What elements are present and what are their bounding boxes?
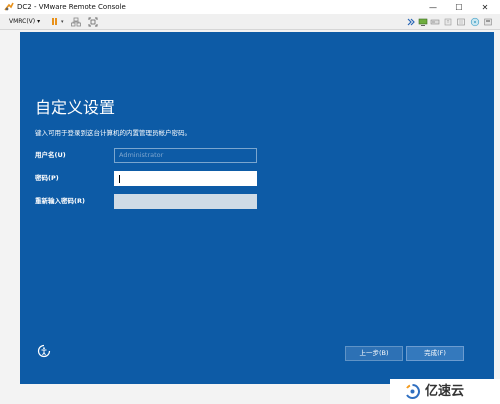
page-subtitle: 键入可用于登录到这台计算机的内置管理员帐户密码。 bbox=[35, 129, 191, 137]
password-field[interactable] bbox=[114, 171, 257, 186]
username-label: 用户名(U) bbox=[35, 151, 66, 159]
maximize-button[interactable]: ☐ bbox=[446, 0, 472, 14]
accessibility-icon[interactable] bbox=[37, 344, 51, 358]
text-caret bbox=[119, 175, 120, 183]
password-label: 密码(P) bbox=[35, 174, 59, 182]
close-button[interactable]: ✕ bbox=[472, 0, 498, 14]
monitor-icon[interactable] bbox=[418, 17, 428, 27]
usb-icon[interactable] bbox=[443, 17, 453, 27]
fit-screen-icon[interactable] bbox=[88, 17, 98, 27]
vmware-app-icon bbox=[4, 2, 14, 11]
watermark-text: 亿速云 bbox=[425, 384, 465, 399]
network-adapter-icon[interactable] bbox=[456, 17, 466, 27]
vmrc-window: DC2 - VMware Remote Console — ☐ ✕ VMRC(V… bbox=[0, 0, 500, 404]
cd-drive-icon[interactable] bbox=[430, 17, 440, 27]
pause-icon[interactable] bbox=[51, 17, 59, 27]
confirm-password-field[interactable] bbox=[114, 194, 257, 209]
forward-icon[interactable] bbox=[406, 17, 416, 27]
back-button[interactable]: 上一步(B) bbox=[345, 346, 403, 361]
chevron-down-icon: ▾ bbox=[37, 18, 41, 25]
device-icon[interactable] bbox=[483, 17, 493, 27]
pause-menu-chevron-icon[interactable]: ▾ bbox=[61, 17, 64, 27]
watermark: 亿速云 bbox=[390, 379, 500, 404]
confirm-password-label: 重新输入密码(R) bbox=[35, 197, 85, 205]
vmrc-menu-label: VMRC(V) bbox=[9, 18, 36, 25]
toolbar: VMRC(V) ▾ ▾ bbox=[0, 14, 500, 30]
title-bar: DC2 - VMware Remote Console — ☐ ✕ bbox=[0, 0, 500, 14]
guest-screen[interactable]: 自定义设置 键入可用于登录到这台计算机的内置管理员帐户密码。 用户名(U) Ad… bbox=[20, 32, 494, 384]
window-title: DC2 - VMware Remote Console bbox=[17, 3, 126, 11]
yisu-logo-icon bbox=[406, 384, 420, 399]
username-field: Administrator bbox=[114, 148, 257, 163]
minimize-button[interactable]: — bbox=[420, 0, 446, 14]
network-icon[interactable] bbox=[71, 17, 81, 27]
finish-button[interactable]: 完成(F) bbox=[406, 346, 464, 361]
vmrc-menu-button[interactable]: VMRC(V) ▾ bbox=[9, 17, 40, 27]
floppy-icon[interactable] bbox=[470, 17, 480, 27]
page-title: 自定义设置 bbox=[35, 98, 116, 117]
